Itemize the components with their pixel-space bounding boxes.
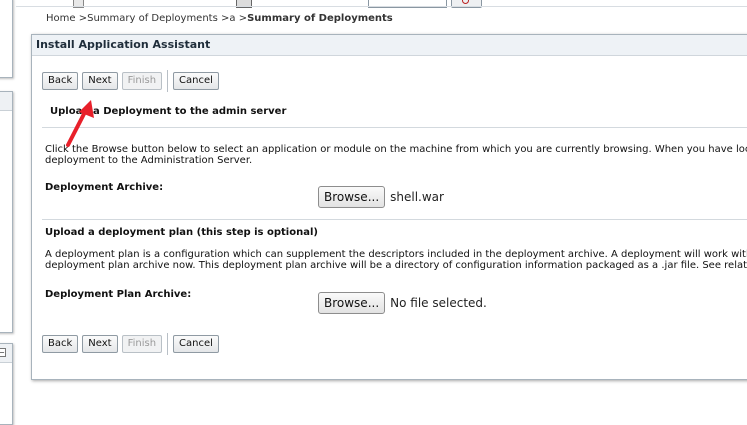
sidebar-panel-header (0, 92, 12, 111)
description-line: deployment plan archive now. This deploy… (45, 260, 747, 271)
next-button[interactable]: Next (82, 72, 118, 90)
deployment-plan-archive-label: Deployment Plan Archive: (45, 289, 192, 300)
left-sidebar: − (0, 0, 16, 425)
breadcrumb-separator: > (78, 13, 88, 24)
sidebar-panel-middle (0, 91, 13, 333)
deployment-plan-filename: No file selected. (390, 296, 487, 310)
finish-button[interactable]: Finish (121, 335, 163, 353)
toolbar-divider (16, 6, 747, 7)
back-button[interactable]: Back (42, 72, 79, 90)
upload-deployment-description: Click the Browse button below to select … (45, 144, 747, 166)
description-line: A deployment plan is a configuration whi… (45, 249, 747, 260)
cancel-button[interactable]: Cancel (173, 72, 219, 90)
cancel-button[interactable]: Cancel (173, 335, 219, 353)
deployment-archive-browse-button[interactable]: Browse... (318, 186, 386, 208)
sidebar-panel-header: − (0, 344, 12, 363)
top-toolbar (30, 0, 747, 10)
deployment-archive-label: Deployment Archive: (45, 182, 164, 193)
back-button[interactable]: Back (42, 335, 79, 353)
description-line: deployment to the Administration Server. (45, 155, 253, 166)
button-separator (167, 70, 169, 92)
breadcrumb-home[interactable]: Home (46, 13, 76, 24)
collapse-icon[interactable]: − (0, 348, 6, 357)
red-arrow-icon (66, 100, 94, 147)
next-button[interactable]: Next (82, 335, 118, 353)
wizard-button-bar-bottom: Back Next Finish Cancel (42, 333, 223, 355)
panel-title: Install Application Assistant (32, 35, 747, 56)
breadcrumb-a[interactable]: a (229, 13, 235, 24)
upload-plan-heading: Upload a deployment plan (this step is o… (45, 227, 318, 238)
button-separator (167, 333, 169, 355)
wizard-button-bar-top: Back Next Finish Cancel (42, 70, 223, 92)
description-line: Click the Browse button below to select … (45, 144, 747, 155)
deployment-plan-archive-field: Browse... No file selected. (318, 292, 487, 314)
deployment-archive-filename: shell.war (390, 190, 444, 204)
section-divider (42, 127, 747, 128)
install-assistant-panel: Install Application Assistant Back Next … (31, 34, 747, 380)
breadcrumb-separator: > (238, 13, 248, 24)
breadcrumb-summary-of-deployments[interactable]: Summary of Deployments (87, 13, 218, 24)
finish-button[interactable]: Finish (121, 72, 163, 90)
deployment-plan-browse-button[interactable]: Browse... (318, 292, 386, 314)
deployment-archive-field: Browse... shell.war (318, 186, 444, 208)
breadcrumb: Home >Summary of Deployments >a >Summary… (46, 13, 393, 24)
upload-plan-description: A deployment plan is a configuration whi… (45, 249, 747, 271)
section-divider (42, 219, 747, 220)
sidebar-panel-top (0, 0, 13, 78)
breadcrumb-current: Summary of Deployments (247, 13, 393, 24)
